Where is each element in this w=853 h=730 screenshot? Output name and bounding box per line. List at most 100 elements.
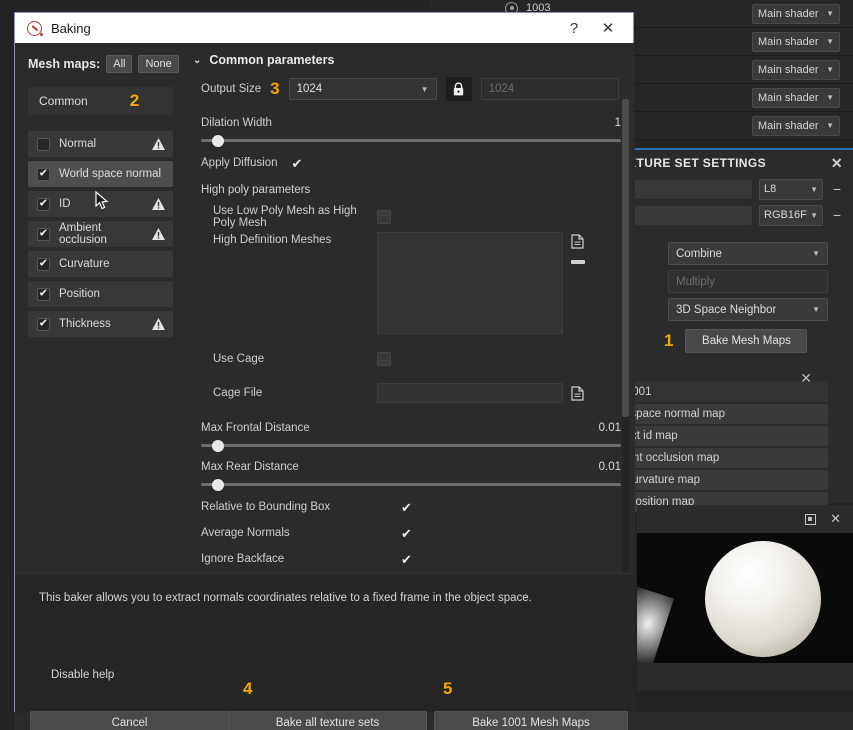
mesh-maps-header: Mesh maps: All None <box>23 53 183 75</box>
output-size-dropdown[interactable]: 1024 ▼ <box>289 78 437 100</box>
checkbox[interactable] <box>37 318 50 331</box>
output-height-field[interactable]: 1024 <box>481 78 619 100</box>
slider-knob[interactable] <box>212 135 224 147</box>
max-frontal-distance-slider[interactable] <box>201 444 621 447</box>
checkmark-icon[interactable]: ✔ <box>401 527 412 540</box>
dilation-width-control: Dilation Width 1 <box>183 117 635 142</box>
tab-common-label: Common <box>39 94 88 108</box>
combine-mode-dropdown[interactable]: Combine ▼ <box>668 242 828 265</box>
disable-help-link[interactable]: Disable help <box>51 669 114 681</box>
ignore-backface-row[interactable]: Ignore Backface ✔ <box>183 546 635 572</box>
space-neighbor-dropdown[interactable]: 3D Space Neighbor ▼ <box>668 298 828 321</box>
channel-format-dropdown[interactable]: L8 ▼ <box>759 179 823 200</box>
shader-dropdown[interactable]: Main shader ▼ <box>752 60 840 80</box>
ignore-backface-label: Ignore Backface <box>201 553 387 565</box>
blend-mode-field[interactable]: Multiply <box>668 270 828 293</box>
checkbox[interactable] <box>37 288 50 301</box>
dilation-width-value: 1 <box>615 117 621 129</box>
bake-mesh-maps-button[interactable]: Bake 1001 Mesh Maps <box>434 711 628 730</box>
help-button[interactable]: ? <box>557 13 591 43</box>
close-icon[interactable]: ✕ <box>831 155 843 172</box>
slider-knob[interactable] <box>212 440 224 452</box>
max-rear-distance-slider[interactable] <box>201 483 621 486</box>
bake-mesh-maps-button[interactable]: Bake Mesh Maps <box>685 329 807 353</box>
chevron-down-icon: ▼ <box>810 211 818 220</box>
combine-mode-label: Combine <box>676 248 808 260</box>
cancel-button[interactable]: Cancel <box>30 711 229 730</box>
use-cage-row[interactable]: Use Cage <box>183 346 635 372</box>
max-frontal-distance-label: Max Frontal Distance <box>201 422 310 434</box>
dilation-width-slider[interactable] <box>201 139 621 142</box>
close-icon[interactable]: ✕ <box>800 370 812 387</box>
lock-icon[interactable] <box>446 77 472 101</box>
relative-to-bounding-box-row[interactable]: Relative to Bounding Box ✔ <box>183 494 635 520</box>
slider-knob[interactable] <box>212 479 224 491</box>
checkbox[interactable] <box>37 138 50 151</box>
scrollbar-thumb[interactable] <box>622 99 629 417</box>
high-definition-meshes-list[interactable] <box>377 232 563 334</box>
preview-sphere <box>705 541 821 657</box>
cage-file-field[interactable] <box>377 383 563 403</box>
mesh-map-row-world-space-normal[interactable]: World space normal <box>28 161 173 187</box>
dialog-titlebar[interactable]: Baking ? ✕ <box>15 13 633 43</box>
common-parameters-title: Common parameters <box>209 53 334 67</box>
help-text: This baker allows you to extract normals… <box>15 574 635 604</box>
channel-format-dropdown[interactable]: RGB16F ▼ <box>759 205 823 226</box>
warning-icon <box>151 227 166 241</box>
preview-canvas[interactable] <box>637 533 853 663</box>
checkmark-icon[interactable]: ✔ <box>401 553 412 566</box>
checkbox[interactable] <box>377 352 391 366</box>
remove-channel-button[interactable]: − <box>830 210 844 220</box>
material-preview-panel: ✕ <box>637 505 853 690</box>
mesh-map-row-thickness[interactable]: Thickness <box>28 311 173 337</box>
minus-icon[interactable] <box>571 260 585 264</box>
file-icon[interactable] <box>571 234 584 249</box>
max-frontal-distance-control: Max Frontal Distance 0.01 <box>183 422 635 447</box>
checkbox[interactable] <box>37 228 50 241</box>
average-normals-label: Average Normals <box>201 527 387 539</box>
chevron-down-icon: ⌄ <box>193 55 201 66</box>
select-none-button[interactable]: None <box>138 55 178 73</box>
shader-dropdown[interactable]: Main shader ▼ <box>752 116 840 136</box>
mesh-map-label: Thickness <box>59 318 142 330</box>
mesh-map-row-ambient-occlusion[interactable]: Ambient occlusion <box>28 221 173 247</box>
mesh-maps-label: Mesh maps: <box>28 57 100 71</box>
maximize-icon[interactable] <box>805 514 816 525</box>
shader-dropdown[interactable]: Main shader ▼ <box>752 32 840 52</box>
shader-dropdown-label: Main shader <box>758 120 822 132</box>
chevron-down-icon: ▼ <box>826 121 834 130</box>
tab-common[interactable]: Common 2 <box>28 87 173 115</box>
mesh-map-row-position[interactable]: Position <box>28 281 173 307</box>
select-all-button[interactable]: All <box>106 55 132 73</box>
channel-format-label: L8 <box>764 183 807 195</box>
checkbox[interactable] <box>37 168 50 181</box>
checkbox[interactable] <box>37 198 50 211</box>
checkmark-icon[interactable]: ✔ <box>401 501 412 514</box>
use-cage-label: Use Cage <box>213 353 377 365</box>
close-button[interactable]: ✕ <box>591 13 625 43</box>
checkbox[interactable] <box>377 210 391 224</box>
parameters-scrollbar[interactable] <box>622 99 629 573</box>
shader-dropdown[interactable]: Main shader ▼ <box>752 88 840 108</box>
use-low-poly-row[interactable]: Use Low Poly Mesh as High Poly Mesh <box>183 204 635 230</box>
checkmark-icon[interactable]: ✔ <box>292 157 303 170</box>
warning-icon <box>151 197 166 211</box>
bake-all-texture-sets-button[interactable]: Bake all texture sets <box>228 711 427 730</box>
mesh-map-label: World space normal <box>59 168 166 180</box>
mesh-map-row-curvature[interactable]: Curvature <box>28 251 173 277</box>
checkbox[interactable] <box>37 258 50 271</box>
mesh-map-row-normal[interactable]: Normal <box>28 131 173 157</box>
apply-diffusion-row[interactable]: Apply Diffusion ✔ <box>183 150 635 176</box>
dilation-width-label: Dilation Width <box>201 117 272 129</box>
file-icon[interactable] <box>571 386 584 401</box>
cage-file-row: Cage File <box>183 380 635 406</box>
average-normals-row[interactable]: Average Normals ✔ <box>183 520 635 546</box>
max-rear-distance-value: 0.01 <box>599 461 621 473</box>
cage-file-label: Cage File <box>213 387 377 399</box>
close-icon[interactable]: ✕ <box>830 511 841 527</box>
mesh-map-label: Curvature <box>59 258 166 270</box>
remove-channel-button[interactable]: − <box>830 184 844 194</box>
shader-dropdown[interactable]: Main shader ▼ <box>752 4 840 24</box>
common-parameters-header[interactable]: ⌄ Common parameters <box>183 43 635 67</box>
shader-dropdown-label: Main shader <box>758 8 822 20</box>
